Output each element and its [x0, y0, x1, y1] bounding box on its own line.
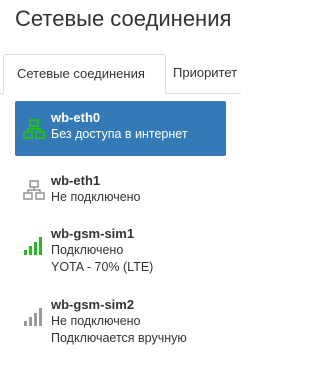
connection-status: Подключено [51, 243, 124, 257]
connection-text: wb-gsm-sim1 Подключено YOTA - 70% (LTE) [51, 225, 153, 276]
connection-name: wb-eth1 [51, 173, 101, 188]
ethernet-icon [23, 118, 45, 140]
connection-status: Не подключено [51, 190, 141, 204]
connection-operator: YOTA - 70% (LTE) [51, 260, 154, 274]
tab-network-connections[interactable]: Сетевые соединения [3, 54, 166, 94]
tab-priority[interactable]: Приоритет [166, 54, 237, 93]
connection-item-wb-eth0[interactable]: wb-eth0 Без доступа в интернет [15, 101, 226, 156]
connection-text: wb-gsm-sim2 Не подключено Подключается в… [51, 296, 187, 347]
signal-bars-icon [23, 305, 45, 327]
connection-item-wb-gsm-sim2[interactable]: wb-gsm-sim2 Не подключено Подключается в… [15, 288, 226, 350]
connection-text: wb-eth0 Без доступа в интернет [51, 109, 188, 143]
connection-item-wb-eth1[interactable]: wb-eth1 Не подключено [15, 164, 226, 208]
connection-mode: Подключается вручную [51, 331, 187, 345]
connection-name: wb-eth0 [51, 110, 101, 125]
page-title: Сетевые соединения [15, 6, 232, 31]
connection-status: Без доступа в интернет [51, 127, 188, 141]
tab-bar: Сетевые соединения Приоритет [0, 54, 241, 94]
connection-name: wb-gsm-sim2 [51, 297, 135, 312]
signal-bars-icon [23, 234, 45, 256]
ethernet-icon [23, 179, 45, 201]
connection-text: wb-eth1 Не подключено [51, 172, 141, 206]
connection-name: wb-gsm-sim1 [51, 226, 135, 241]
connection-status: Не подключено [51, 314, 141, 328]
connection-item-wb-gsm-sim1[interactable]: wb-gsm-sim1 Подключено YOTA - 70% (LTE) [15, 217, 226, 279]
